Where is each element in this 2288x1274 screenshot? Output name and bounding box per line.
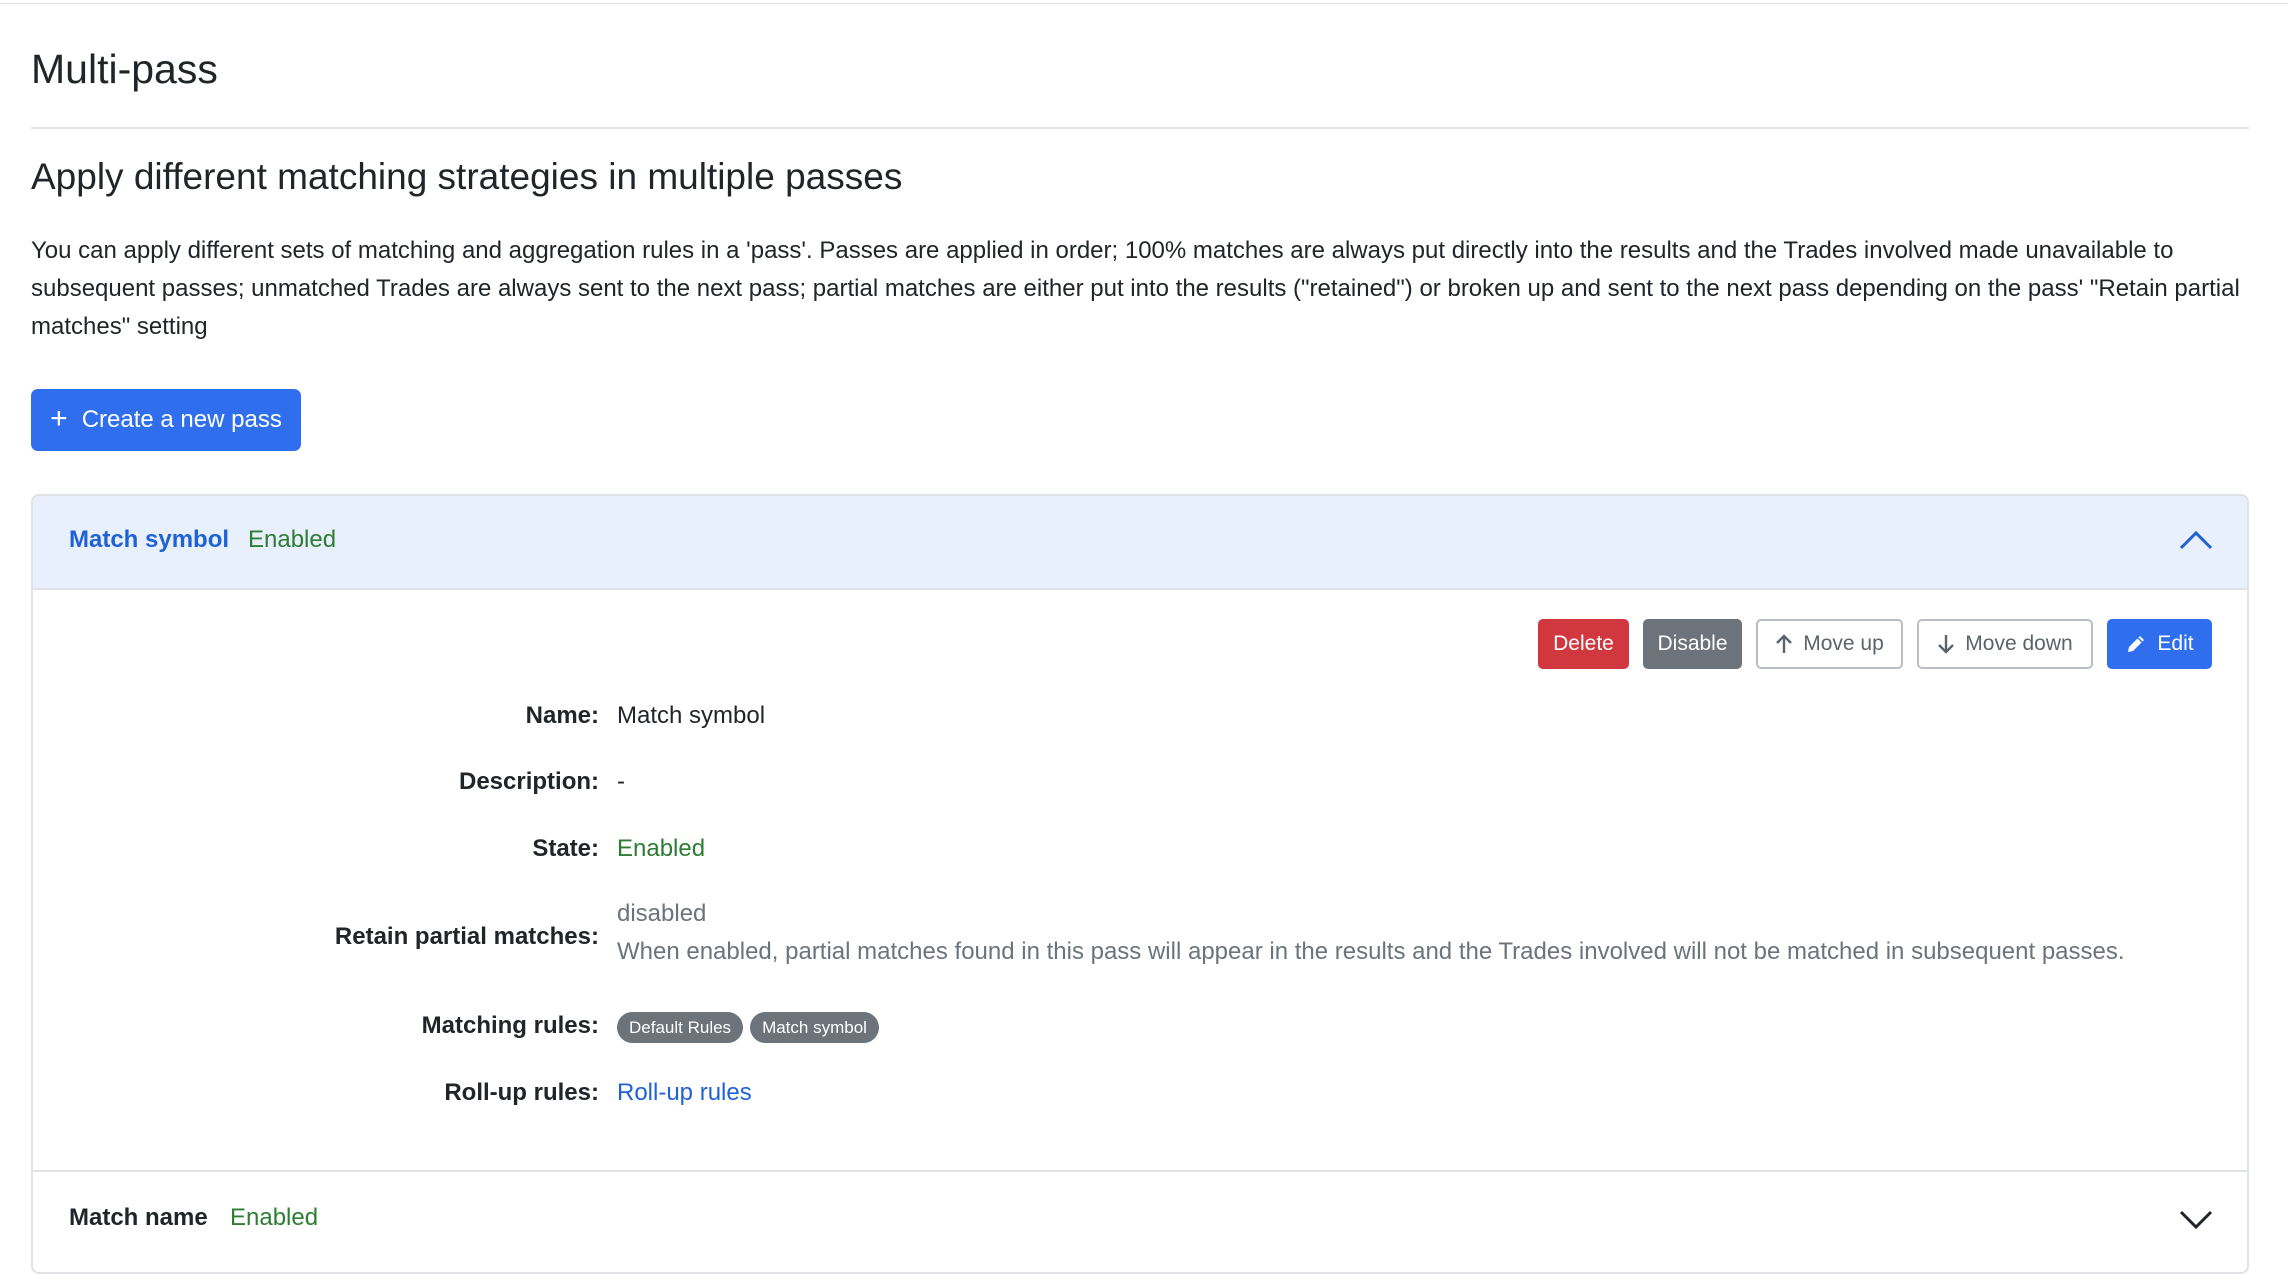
rollup-rules-link[interactable]: Roll-up rules [617, 1079, 752, 1107]
arrow-down-icon [1938, 635, 1955, 654]
state-label: State: [532, 835, 599, 862]
move-up-label: Move up [1803, 632, 1884, 655]
description-value: - [617, 768, 625, 795]
description-label: Description: [458, 768, 599, 795]
move-down-button[interactable]: Move down [1917, 619, 2093, 669]
retain-partial-label: Retain partial matches: [334, 923, 599, 950]
edit-button[interactable]: Edit [2107, 619, 2212, 669]
matching-rules-label: Matching rules: [421, 1012, 599, 1039]
move-up-button[interactable]: Move up [1756, 619, 1903, 669]
name-value: Match symbol [617, 702, 766, 729]
create-pass-label: Create a new pass [81, 406, 282, 433]
top-border [0, 0, 2288, 4]
page-title: Multi-pass [31, 46, 218, 92]
intro-text: You can apply different sets of matching… [31, 237, 2240, 340]
pass-state-badge: Enabled [230, 1204, 319, 1231]
pass-header-match-symbol[interactable]: Match symbol Enabled [33, 496, 2247, 590]
pass-name: Match symbol [69, 526, 230, 553]
pencil-icon [2128, 636, 2145, 652]
rule-badge: Default Rules [617, 1012, 744, 1043]
rule-badge: Match symbol [750, 1012, 879, 1043]
plus-icon: + [50, 401, 68, 435]
title-divider [31, 127, 2249, 129]
state-value: Enabled [617, 835, 706, 862]
pass-actions: Delete Disable Move up Move down Edit [1538, 619, 2212, 669]
rollup-rules-label: Roll-up rules: [444, 1079, 599, 1106]
chevron-down-icon[interactable] [2179, 1208, 2213, 1232]
retain-partial-help: When enabled, partial matches found in t… [617, 938, 2125, 965]
chevron-up-icon[interactable] [2179, 528, 2213, 552]
passes-accordion: Match symbol Enabled Delete Disable Move… [31, 494, 2249, 1274]
pass-state-badge: Enabled [248, 526, 337, 553]
section-heading: Apply different matching strategies in m… [31, 156, 903, 197]
delete-button[interactable]: Delete [1538, 619, 1629, 669]
move-down-label: Move down [1965, 632, 2073, 655]
matching-rules-list: Default Rules Match symbol [617, 1012, 879, 1043]
edit-label: Edit [2157, 632, 2194, 655]
pass-name: Match name [69, 1204, 208, 1231]
pass-header-match-name[interactable]: Match name Enabled [33, 1170, 2247, 1264]
create-pass-button[interactable]: + Create a new pass [31, 389, 301, 451]
disable-button[interactable]: Disable [1643, 619, 1742, 669]
retain-partial-value: disabled [617, 900, 707, 927]
arrow-up-icon [1776, 634, 1793, 653]
name-label: Name: [525, 702, 599, 729]
